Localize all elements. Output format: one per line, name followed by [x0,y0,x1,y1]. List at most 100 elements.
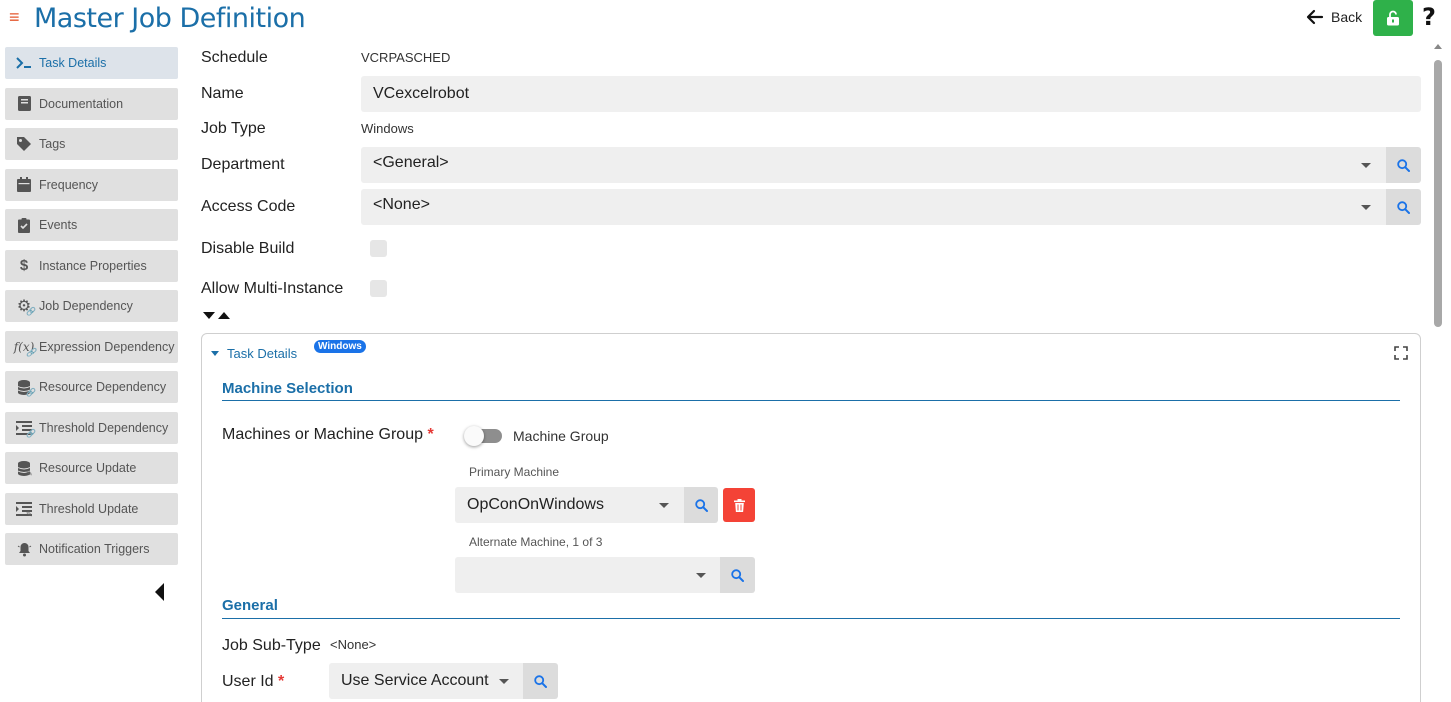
link-icon: 🔗 [26,307,36,316]
caret-up-icon [218,312,230,319]
search-icon [1397,200,1410,214]
user-id-value: Use Service Account [341,672,489,689]
sidebar-item-events[interactable]: Events [5,209,178,241]
sidebar-item-label: Tags [39,137,66,151]
search-icon [694,498,708,512]
job-type-value: Windows [361,121,414,136]
sidebar-item-resource-dependency[interactable]: 🔗 Resource Dependency [5,371,178,403]
caret-down-icon [203,312,215,319]
name-label: Name [201,85,244,102]
job-type-badge: Windows [314,340,366,353]
sidebar: Task Details Documentation Tags Frequenc… [5,47,178,574]
page-title: Master Job Definition [34,3,306,34]
sidebar-item-label: Notification Triggers [39,542,150,556]
arrow-left-icon [1306,9,1324,25]
threshold-link-icon: 🔗 [16,420,36,438]
collapse-sidebar-icon[interactable] [155,583,164,601]
scroll-thumb[interactable] [1434,60,1442,327]
access-code-search-button[interactable] [1386,189,1421,225]
sidebar-item-label: Resource Update [39,461,137,475]
department-label: Department [201,156,285,173]
link-icon: 🔗 [26,347,36,357]
clipboard-check-icon [16,217,32,233]
section-divider [222,618,1400,619]
threshold-edit-icon: ✎ [16,501,33,519]
access-code-label: Access Code [201,198,296,215]
trash-icon [733,498,745,512]
database-edit-icon: ✎ [16,460,33,478]
general-section-title: General [222,597,278,614]
bell-icon [16,541,32,557]
department-select[interactable]: <General> [361,147,1386,183]
search-icon [1397,158,1410,172]
chevron-down-icon [659,503,669,508]
allow-multi-instance-checkbox[interactable] [370,280,387,297]
user-id-label-text: User Id [222,673,274,690]
sidebar-item-notification-triggers[interactable]: Notification Triggers [5,533,178,565]
sidebar-item-instance-properties[interactable]: $ Instance Properties [5,249,178,282]
app-header: ≡ Master Job Definition Back ? [0,0,1451,38]
disable-build-checkbox[interactable] [370,240,387,257]
search-icon [534,674,547,688]
chevron-down-icon [696,573,706,578]
hamburger-menu-icon[interactable]: ≡ [9,8,20,26]
job-type-label: Job Type [201,120,266,137]
user-id-label: User Id * [222,673,284,691]
name-input[interactable]: VCexcelrobot [361,76,1421,112]
sidebar-item-label: Documentation [39,96,124,111]
sidebar-item-label: Resource Dependency [39,380,167,394]
sidebar-item-threshold-dependency[interactable]: 🔗 Threshold Dependency [5,411,178,444]
scroll-up-icon[interactable] [1434,44,1442,49]
primary-machine-search-button[interactable] [684,487,718,523]
schedule-value: VCRPASCHED [361,50,451,65]
dollar-icon: $ [19,257,29,274]
sidebar-item-threshold-update[interactable]: ✎ Threshold Update [5,492,178,525]
sidebar-item-expression-dependency[interactable]: f(x) 🔗 Expression Dependency [5,330,178,363]
fullscreen-icon[interactable] [1394,346,1408,360]
task-details-header[interactable]: Task Details [211,346,297,361]
sidebar-item-tags[interactable]: Tags [5,128,178,160]
alternate-machine-search-button[interactable] [720,557,755,593]
sidebar-item-label: Instance Properties [39,258,147,273]
sidebar-item-resource-update[interactable]: ✎ Resource Update [5,452,178,484]
panel-title: Task Details [227,346,298,361]
sidebar-item-label: Threshold Dependency [39,420,169,435]
alternate-machine-label: Alternate Machine, 1 of 3 [469,535,603,549]
primary-machine-label: Primary Machine [469,465,560,479]
user-id-search-button[interactable] [523,663,558,699]
allow-multi-instance-label: Allow Multi-Instance [201,280,344,297]
sidebar-item-label: Job Dependency [39,299,133,313]
terminal-icon [16,55,32,71]
machine-selection-title: Machine Selection [222,380,353,397]
user-id-select[interactable]: Use Service Account [329,663,523,699]
vertical-scrollbar[interactable] [1433,40,1443,702]
chevron-down-icon [1361,163,1371,168]
sidebar-item-job-dependency[interactable]: ⚙ 🔗 Job Dependency [5,290,178,322]
access-code-select[interactable]: <None> [361,189,1386,225]
toggle-knob [464,426,484,446]
machines-label-text: Machines or Machine Group [222,426,423,443]
job-sub-type-value: <None> [330,637,377,652]
database-link-icon: 🔗 [16,379,36,397]
gear-link-icon: ⚙ 🔗 [16,298,36,316]
machine-group-label: Machine Group [513,428,609,444]
delete-machine-button[interactable] [723,488,755,522]
pencil-icon: ✎ [26,509,33,519]
sidebar-item-label: Task Details [39,56,107,70]
machine-group-toggle[interactable] [464,426,502,446]
back-button[interactable]: Back [1306,8,1362,26]
primary-machine-select[interactable]: OpConOnWindows [455,487,684,523]
sidebar-item-documentation[interactable]: Documentation [5,87,178,120]
department-search-button[interactable] [1386,147,1421,183]
unlock-button[interactable] [1373,0,1413,36]
expand-collapse-toggle[interactable] [203,312,230,319]
schedule-label: Schedule [201,49,268,66]
task-details-panel: Task Details Windows Machine Selection M… [201,333,1421,702]
alternate-machine-select[interactable] [455,557,720,593]
sidebar-item-label: Threshold Update [39,501,139,516]
unlock-icon [1387,10,1399,26]
sidebar-item-frequency[interactable]: Frequency [5,168,178,201]
primary-machine-value: OpConOnWindows [467,496,604,513]
help-button[interactable]: ? [1422,3,1436,31]
sidebar-item-task-details[interactable]: Task Details [5,47,178,79]
